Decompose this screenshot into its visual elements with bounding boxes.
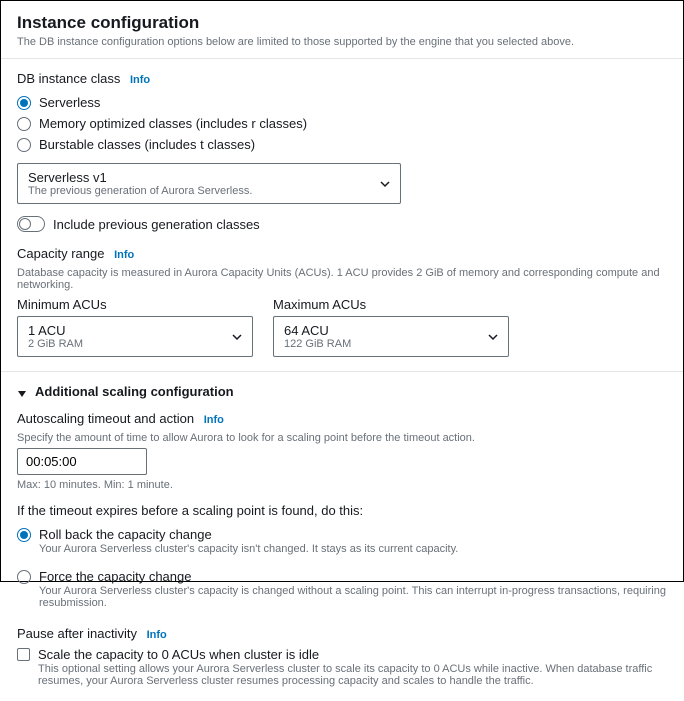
radio-icon <box>17 138 31 152</box>
info-link[interactable]: Info <box>114 249 134 261</box>
min-acu-label: Minimum ACUs <box>17 297 253 312</box>
timeout-action-label: If the timeout expires before a scaling … <box>17 503 667 518</box>
scaling-config-expander[interactable]: Additional scaling configuration <box>1 371 683 411</box>
min-acu-col: Minimum ACUs 1 ACU 2 GiB RAM <box>17 297 253 357</box>
autoscaling-timeout-label: Autoscaling timeout and action Info <box>17 411 667 426</box>
timeout-constraints: Max: 10 minutes. Min: 1 minute. <box>17 479 667 491</box>
info-link[interactable]: Info <box>130 74 150 86</box>
panel-header: Instance configuration The DB instance c… <box>1 1 683 59</box>
info-link[interactable]: Info <box>204 414 224 426</box>
scale-to-zero-checkbox[interactable]: Scale the capacity to 0 ACUs when cluste… <box>17 647 667 687</box>
instance-config-panel: Instance configuration The DB instance c… <box>0 0 684 582</box>
autoscaling-timeout-help: Specify the amount of time to allow Auro… <box>17 432 667 444</box>
db-class-radio-group: Serverless Memory optimized classes (inc… <box>17 92 667 155</box>
engine-select[interactable]: Serverless v1 The previous generation of… <box>17 163 401 204</box>
caret-down-icon <box>232 332 242 342</box>
max-acu-col: Maximum ACUs 64 ACU 122 GiB RAM <box>273 297 509 357</box>
radio-burstable[interactable]: Burstable classes (includes t classes) <box>17 134 667 155</box>
scaling-sub-section: Autoscaling timeout and action Info Spec… <box>1 411 683 701</box>
checkbox-icon <box>17 648 30 661</box>
timeout-input[interactable] <box>17 448 147 475</box>
toggle-icon <box>17 216 45 232</box>
radio-icon <box>17 117 31 131</box>
db-class-label: DB instance class Info <box>17 71 667 86</box>
panel-description: The DB instance configuration options be… <box>17 36 667 48</box>
min-acu-select[interactable]: 1 ACU 2 GiB RAM <box>17 316 253 357</box>
panel-title: Instance configuration <box>17 13 667 33</box>
capacity-range-block: Capacity range Info Database capacity is… <box>17 246 667 357</box>
info-link[interactable]: Info <box>147 629 167 641</box>
db-class-section: DB instance class Info Serverless Memory… <box>1 59 683 371</box>
radio-rollback[interactable]: Roll back the capacity change Your Auror… <box>17 524 667 558</box>
max-acu-label: Maximum ACUs <box>273 297 509 312</box>
pause-block: Pause after inactivity Info Scale the ca… <box>17 626 667 687</box>
prev-gen-toggle[interactable]: Include previous generation classes <box>17 216 667 232</box>
pause-label: Pause after inactivity Info <box>17 626 667 641</box>
max-acu-select[interactable]: 64 ACU 122 GiB RAM <box>273 316 509 357</box>
radio-icon <box>17 528 31 542</box>
capacity-range-label: Capacity range Info <box>17 246 667 261</box>
radio-serverless[interactable]: Serverless <box>17 92 667 113</box>
caret-down-icon <box>488 332 498 342</box>
radio-force[interactable]: Force the capacity change Your Aurora Se… <box>17 566 667 612</box>
radio-icon <box>17 96 31 110</box>
caret-down-icon <box>380 179 390 189</box>
radio-memory-optimized[interactable]: Memory optimized classes (includes r cla… <box>17 113 667 134</box>
triangle-down-icon <box>17 387 27 397</box>
capacity-help: Database capacity is measured in Aurora … <box>17 267 667 291</box>
